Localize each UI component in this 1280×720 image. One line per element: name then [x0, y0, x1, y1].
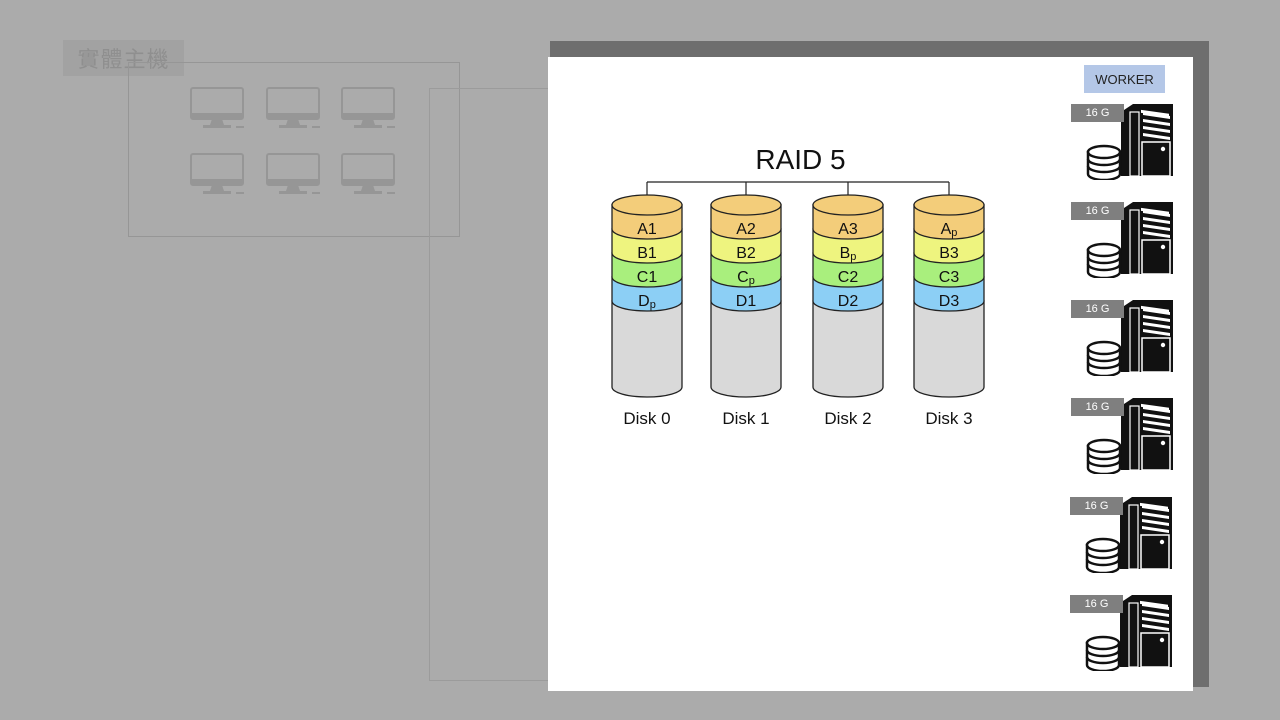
- block-label: Dp: [638, 293, 656, 311]
- disk-label: Disk 3: [925, 409, 973, 428]
- server-icon: 16 G: [1070, 497, 1182, 573]
- block-label: B1: [637, 245, 657, 262]
- server-icon: 16 G: [1071, 300, 1183, 376]
- block-label: B2: [736, 245, 756, 262]
- block-label: Ap: [940, 221, 958, 239]
- block-label: A1: [637, 221, 657, 238]
- memory-tag: 16 G: [1071, 300, 1124, 318]
- server-icon: 16 G: [1071, 398, 1183, 474]
- disk-label: Disk 1: [722, 409, 770, 428]
- block-label: C2: [837, 269, 859, 286]
- block-label: A3: [838, 221, 858, 238]
- worker-badge: WORKER: [1084, 65, 1165, 93]
- block-label: D2: [837, 293, 859, 310]
- block-label: C1: [636, 269, 658, 286]
- disk-label: Disk 2: [824, 409, 872, 428]
- memory-tag: 16 G: [1071, 398, 1124, 416]
- memory-tag: 16 G: [1070, 595, 1123, 613]
- memory-tag: 16 G: [1070, 497, 1123, 515]
- block-label: A2: [736, 221, 756, 238]
- block-label: D3: [938, 293, 960, 310]
- server-icon: 16 G: [1071, 104, 1183, 180]
- block-label: Bp: [839, 245, 857, 263]
- memory-tag: 16 G: [1071, 104, 1124, 122]
- server-icon: 16 G: [1071, 202, 1183, 278]
- block-label: Cp: [737, 269, 755, 287]
- memory-tag: 16 G: [1071, 202, 1124, 220]
- disk-label: Disk 0: [623, 409, 671, 428]
- block-label: B3: [939, 245, 959, 262]
- server-icon: 16 G: [1070, 595, 1182, 671]
- block-label: D1: [735, 293, 757, 310]
- block-label: C3: [938, 269, 960, 286]
